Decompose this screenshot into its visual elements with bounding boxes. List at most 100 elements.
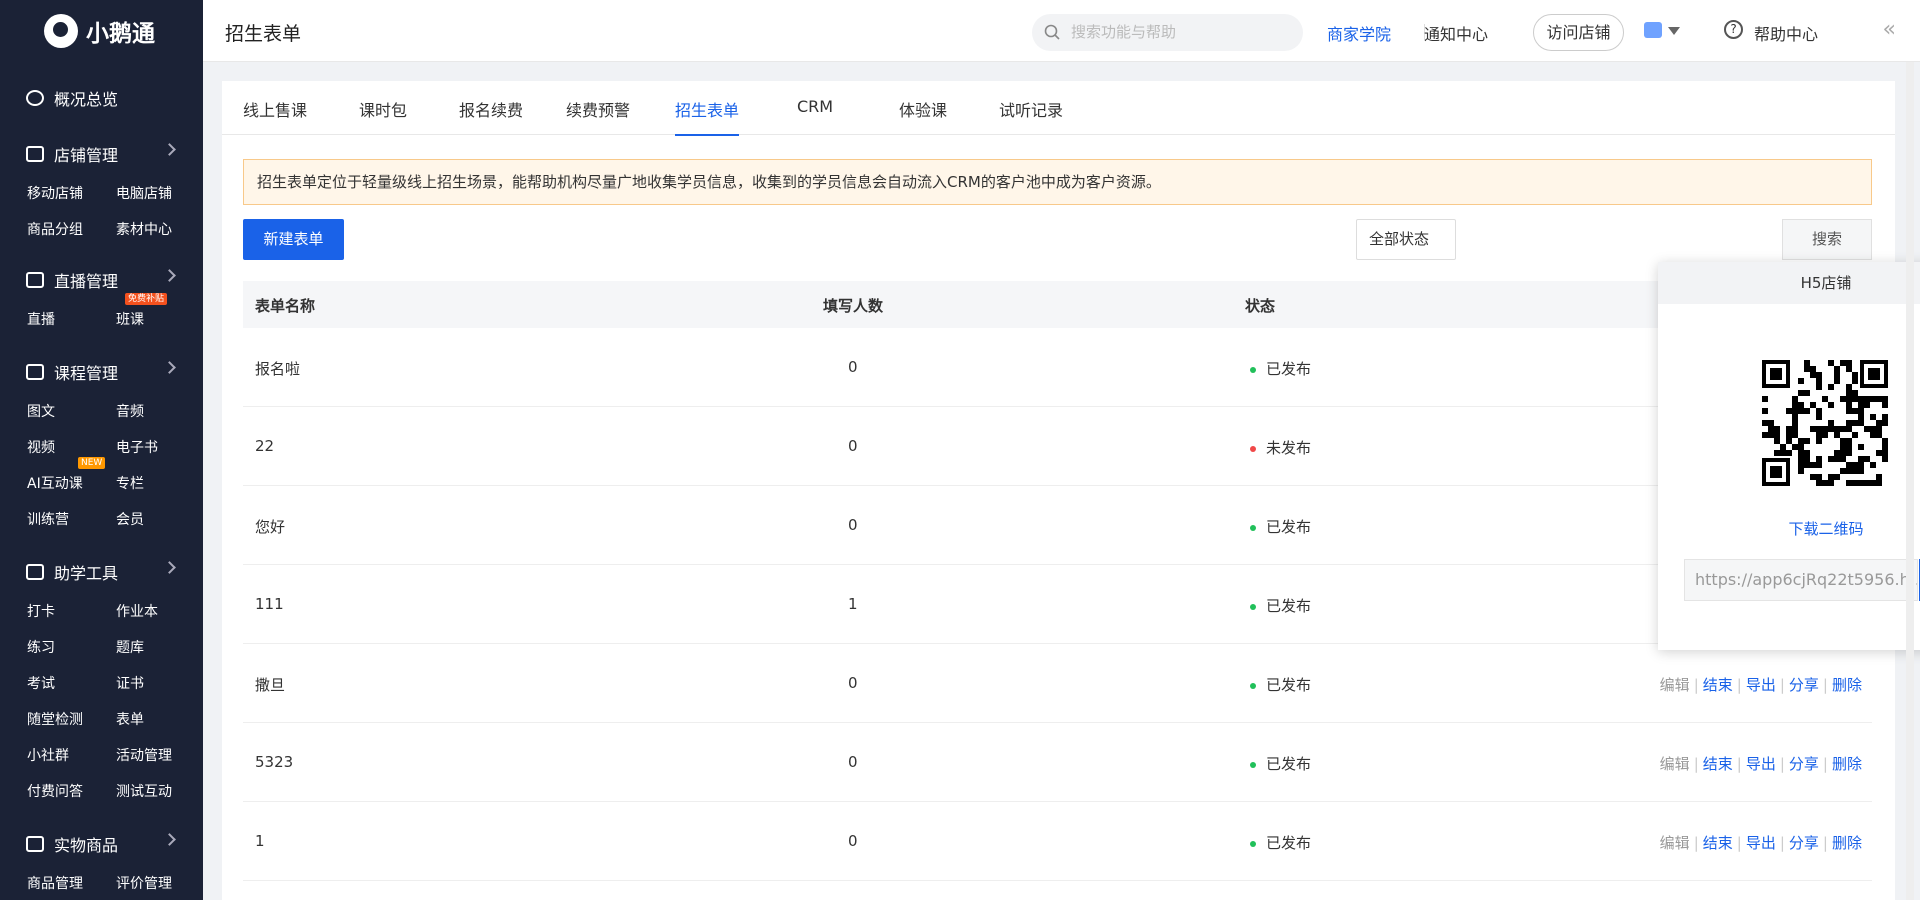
search-input[interactable]: 搜索功能与帮助 xyxy=(1032,14,1303,51)
op-3-link[interactable]: 分享 xyxy=(1789,834,1819,852)
sidebar-item[interactable]: 练习 xyxy=(27,630,116,666)
status-select[interactable]: 全部状态 xyxy=(1356,219,1456,260)
tab-lesson-pack[interactable]: 课时包 xyxy=(359,97,407,121)
sidebar-section-store[interactable]: 店铺管理 xyxy=(0,132,203,176)
separator: | xyxy=(1693,834,1699,852)
sidebar-item-ai[interactable]: AI互动课 NEW xyxy=(27,457,116,502)
table-row: 1 0 已发布 编辑 | 结束 | 导出 | 分享 | 删除 xyxy=(243,802,1872,881)
tab-online-course[interactable]: 线上售课 xyxy=(243,97,307,121)
search-placeholder: 搜索功能与帮助 xyxy=(1071,23,1177,41)
sidebar-item[interactable]: 打卡 xyxy=(27,594,116,630)
separator: | xyxy=(1693,755,1699,773)
store-icon xyxy=(26,146,44,162)
sidebar-item[interactable]: 商品管理 xyxy=(27,866,116,900)
fill-count: 1 xyxy=(848,595,858,613)
sidebar-item[interactable]: 素材中心 xyxy=(116,212,205,248)
op-2-link[interactable]: 导出 xyxy=(1746,755,1776,773)
h5-store-popup: H5店铺 下载二维码 https://app6cjRq22t5956.h... … xyxy=(1658,262,1920,650)
table-row: 5323 0 已发布 编辑 | 结束 | 导出 | 分享 | 删除 xyxy=(243,723,1872,802)
sidebar-item[interactable]: 移动店铺 xyxy=(27,176,116,212)
download-qr-link[interactable]: 下载二维码 xyxy=(1658,518,1920,539)
tab-trial-records[interactable]: 试听记录 xyxy=(999,97,1063,121)
sidebar-item-overview[interactable]: 概况总览 xyxy=(0,76,203,120)
sidebar-item[interactable]: 音频 xyxy=(116,394,205,430)
sidebar-item[interactable]: 测试互动 xyxy=(116,774,205,810)
op-4-link[interactable]: 删除 xyxy=(1832,676,1862,694)
chevron-right-icon xyxy=(163,361,176,374)
visit-store-button[interactable]: 访问店铺 xyxy=(1533,14,1624,51)
status-dot xyxy=(1250,445,1256,452)
store-switch-icon[interactable] xyxy=(1644,22,1662,38)
sidebar-item[interactable]: 证书 xyxy=(116,666,205,702)
sidebar-label: 助学工具 xyxy=(54,564,119,583)
sidebar-item[interactable]: 专栏 xyxy=(116,466,205,502)
fill-count: 0 xyxy=(848,674,858,692)
sidebar-item[interactable]: 会员 xyxy=(116,502,205,538)
op-1-link[interactable]: 结束 xyxy=(1703,755,1733,773)
row-actions: 编辑|结束|导出|分享|删除 xyxy=(1660,674,1862,695)
op-3-link[interactable]: 分享 xyxy=(1789,676,1819,694)
sidebar-item[interactable]: 活动管理 xyxy=(116,738,205,774)
fill-count: 0 xyxy=(848,832,858,850)
op-2-link[interactable]: 导出 xyxy=(1746,834,1776,852)
op-0-link[interactable]: 编辑 xyxy=(1660,755,1690,773)
sidebar-section-live[interactable]: 直播管理 xyxy=(0,258,203,302)
sidebar-item[interactable]: 作业本 xyxy=(116,594,205,630)
op-0-link[interactable]: 编辑 xyxy=(1660,834,1690,852)
sidebar-section-physical[interactable]: 实物商品 xyxy=(0,822,203,866)
sidebar-item[interactable]: 考试 xyxy=(27,666,116,702)
scrollbar[interactable] xyxy=(1906,62,1914,900)
form-name: 1 xyxy=(255,832,265,850)
chevron-right-icon xyxy=(163,143,176,156)
op-0-link[interactable]: 编辑 xyxy=(1660,676,1690,694)
op-1-link[interactable]: 结束 xyxy=(1703,834,1733,852)
sidebar-item[interactable]: 训练营 xyxy=(27,502,116,538)
sidebar-item[interactable]: 图文 xyxy=(27,394,116,430)
academy-link[interactable]: 商家学院 xyxy=(1327,21,1391,45)
op-2-link[interactable]: 导出 xyxy=(1746,676,1776,694)
table-row: 报名啦0已发布分享|删除 xyxy=(243,328,1872,407)
topbar: 招生表单 搜索功能与帮助 商家学院 通知中心 访问店铺 ? 帮助中心 « xyxy=(203,0,1920,62)
logo[interactable]: 小鹅通 xyxy=(0,0,203,62)
separator: | xyxy=(1779,676,1785,694)
fill-count: 0 xyxy=(848,358,858,376)
sidebar-item[interactable]: 付费问答 xyxy=(27,774,116,810)
sidebar-label: AI互动课 xyxy=(27,476,83,492)
tab-enroll-form[interactable]: 招生表单 xyxy=(675,97,740,136)
row-actions: 编辑|结束|导出|分享|删除 xyxy=(1660,832,1862,853)
tab-renew-alert[interactable]: 续费预警 xyxy=(566,97,630,121)
op-4-link[interactable]: 删除 xyxy=(1832,755,1862,773)
status-dot xyxy=(1250,603,1256,610)
op-4-link[interactable]: 删除 xyxy=(1832,834,1862,852)
tab-crm[interactable]: CRM xyxy=(797,97,833,116)
sidebar-section-course[interactable]: 课程管理 xyxy=(0,350,203,394)
sidebar-item[interactable]: 电子书 xyxy=(116,430,205,466)
sidebar-section-study[interactable]: 助学工具 xyxy=(0,550,203,594)
store-url-field[interactable]: https://app6cjRq22t5956.h... xyxy=(1684,559,1918,601)
status-cell: 已发布 xyxy=(1250,516,1311,537)
tab-renew[interactable]: 报名续费 xyxy=(459,97,523,121)
sidebar-item[interactable]: 商品分组 xyxy=(27,212,116,248)
tab-trial-class[interactable]: 体验课 xyxy=(899,97,947,121)
new-form-button[interactable]: 新建表单 xyxy=(243,219,344,260)
form-name: 111 xyxy=(255,595,284,613)
sidebar-item[interactable]: 电脑店铺 xyxy=(116,176,205,212)
sidebar-item[interactable]: 表单 xyxy=(116,702,205,738)
sidebar-item[interactable]: 直播 xyxy=(27,302,116,338)
collapse-icon[interactable]: « xyxy=(1883,17,1896,42)
search-button[interactable]: 搜索 xyxy=(1782,219,1872,260)
sidebar-item[interactable]: 题库 xyxy=(116,630,205,666)
sidebar: 小鹅通 概况总览 店铺管理 移动店铺 电脑店铺 商品分组 素材中心 直播管理 直… xyxy=(0,0,203,900)
sidebar-item[interactable]: 评价管理 xyxy=(116,866,205,900)
op-3-link[interactable]: 分享 xyxy=(1789,755,1819,773)
status-text: 已发布 xyxy=(1266,676,1312,694)
sidebar-item[interactable]: 随堂检测 xyxy=(27,702,116,738)
op-1-link[interactable]: 结束 xyxy=(1703,676,1733,694)
form-name: 报名啦 xyxy=(255,360,301,378)
notice-center-link[interactable]: 通知中心 xyxy=(1424,21,1488,45)
help-center-link[interactable]: 帮助中心 xyxy=(1754,21,1818,45)
caret-down-icon[interactable] xyxy=(1668,27,1680,35)
sidebar-item-class[interactable]: 班课 免费补贴 xyxy=(116,293,205,338)
page-title: 招生表单 xyxy=(225,23,302,45)
sidebar-item[interactable]: 小社群 xyxy=(27,738,116,774)
